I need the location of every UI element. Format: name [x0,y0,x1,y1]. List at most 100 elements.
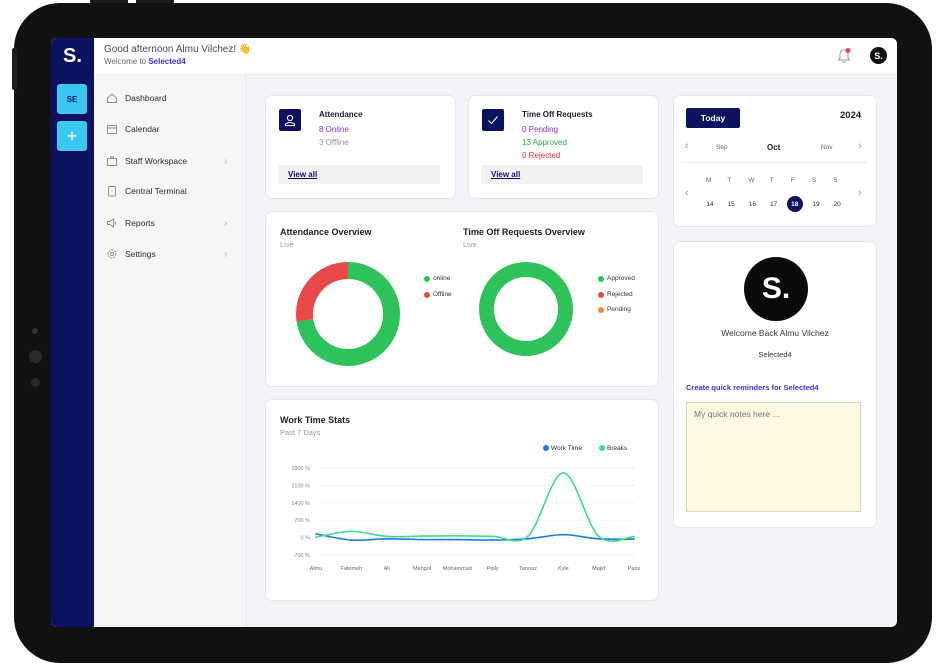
user-avatar[interactable]: S. [870,47,887,64]
org-name: Selected4 [148,57,186,66]
weekday-label: S [833,177,838,184]
sidebar-item-reports[interactable]: Reports › [94,212,245,234]
sidebar-item-dashboard[interactable]: Dashboard [94,87,245,109]
chevron-left-icon[interactable]: ‹ [685,140,689,152]
x-tick-label: Polly [487,566,499,572]
sidebar-item-calendar[interactable]: Calendar [94,118,245,140]
legend-label: Breaks [607,445,628,452]
calendar-icon [107,125,117,134]
y-tick-label: 0 % [301,536,311,542]
legend-label: online [433,275,451,282]
month-prev[interactable]: Sep [716,144,728,151]
calendar-year: 2024 [840,110,862,121]
attendance-title: Attendance [319,110,363,119]
tablet-icon [108,186,116,197]
overview-card: Attendance Overview Live Time Off Reques… [265,211,659,387]
legend-dot [424,291,430,298]
rejected-count: 0 Rejected [522,151,561,160]
work-stats-title: Work Time Stats [280,415,351,425]
data-point [421,538,423,541]
legend-item: Rejected [598,291,633,298]
briefcase-icon [107,156,117,166]
weekday-label: T [769,177,774,184]
add-org-button[interactable]: + [57,121,87,151]
timeoff-card: Time Off Requests 0 Pending 13 Approved … [468,95,659,199]
data-point [597,537,600,540]
chevron-right-icon: › [224,217,228,229]
tablet-top-button [90,0,128,3]
calendar-day[interactable]: 19 [808,196,824,212]
x-tick-label: Fatemeh [340,566,362,572]
calendar-day[interactable]: 18 [786,196,803,212]
work-stats-card: Work Time Stats Past 7 Days 2800 % 2100 %… [265,399,659,601]
profile-card: S. Welcome Back Almu Vilchez Selected4 C… [673,241,877,528]
attendance-view-all-link[interactable]: View all [288,170,317,179]
y-tick-label: -700 % [293,553,311,559]
attendance-overview-title: Attendance Overview [280,227,372,237]
legend-label: Approved [607,275,635,282]
calendar-day[interactable]: 14 [702,196,718,212]
data-point [633,538,635,540]
weekday-label: W [748,177,755,184]
data-point [350,530,353,533]
today-button[interactable]: Today [686,108,740,128]
calendar-day[interactable]: 15 [723,196,739,212]
donut-slice-offline [296,262,349,322]
megaphone-icon [107,218,117,228]
y-tick-label: 2100 % [291,483,310,489]
approved-count: 13 Approved [522,138,567,147]
x-tick-label: Tannaz [519,566,537,572]
legend-dot [543,445,549,451]
chevron-right-icon[interactable]: › [858,140,862,152]
weekday-label: M [706,177,712,184]
work-time-line-chart: 2800 % 2100 % 1400 % 700 % 0 % -700 % Almu Fate… [291,445,641,572]
month-current[interactable]: Oct [767,143,780,152]
app-screen: S. Good afternoon Almu Vilchez! 👋 Welcom… [51,38,897,627]
data-point [456,534,459,537]
y-tick-label: 700 % [294,518,310,524]
y-tick-label: 1400 % [291,501,310,507]
data-point [527,537,529,540]
calendar-day[interactable]: 20 [829,196,845,212]
sensor-icon [31,378,40,387]
series-line-work-time [315,533,635,542]
legend-item: Offline [424,291,452,298]
sidebar-item-staff-workspace[interactable]: Staff Workspace › [94,150,245,172]
calendar-day[interactable]: 16 [744,196,760,212]
sidebar-item-central-terminal[interactable]: Central Terminal [94,180,245,202]
chevron-left-icon[interactable]: ‹ [685,187,689,199]
brand-logo[interactable]: S. [51,38,94,74]
bell-icon[interactable] [837,48,851,64]
data-point [315,536,317,539]
legend-label: Pending [607,306,631,313]
sidebar-nav: Dashboard Calendar Staff Workspace › Cen… [94,74,246,627]
timeoff-overview-title: Time Off Requests Overview [463,227,585,237]
tablet-side-button [12,48,17,90]
quick-notes-textarea[interactable] [686,402,861,512]
org-switch-button[interactable]: SE [57,84,87,114]
attendance-card: Attendance 8 Online 3 Offline View all [265,95,456,199]
legend-dot [424,275,430,282]
create-reminders-link[interactable]: Create quick reminders for Selected4 [686,383,819,392]
offline-count: 3 Offline [319,138,349,147]
donut-slice-approved [479,262,573,356]
legend-dot [599,445,605,451]
wave-icon: 👋 [238,44,252,55]
legend-dot [598,275,604,282]
calendar-day[interactable]: 17 [766,196,782,212]
x-tick-label: Paris [628,566,641,572]
x-tick-label: Mahgol [413,566,431,572]
sidebar-item-settings[interactable]: Settings › [94,243,245,265]
timeoff-view-all-link[interactable]: View all [491,170,520,179]
data-point [597,535,600,538]
online-count: 8 Online [319,125,349,134]
weekday-label: T [727,177,732,184]
legend-label: Rejected [607,291,633,298]
welcome-back-text: Welcome Back Almu Vilchez [721,328,829,338]
month-next[interactable]: Nov [821,144,833,151]
camera-icon [32,328,38,334]
series-line-breaks [315,472,635,542]
chevron-right-icon[interactable]: › [858,187,862,199]
welcome-prefix: Welcome to [104,57,147,66]
org-rail: SE + [51,74,94,627]
